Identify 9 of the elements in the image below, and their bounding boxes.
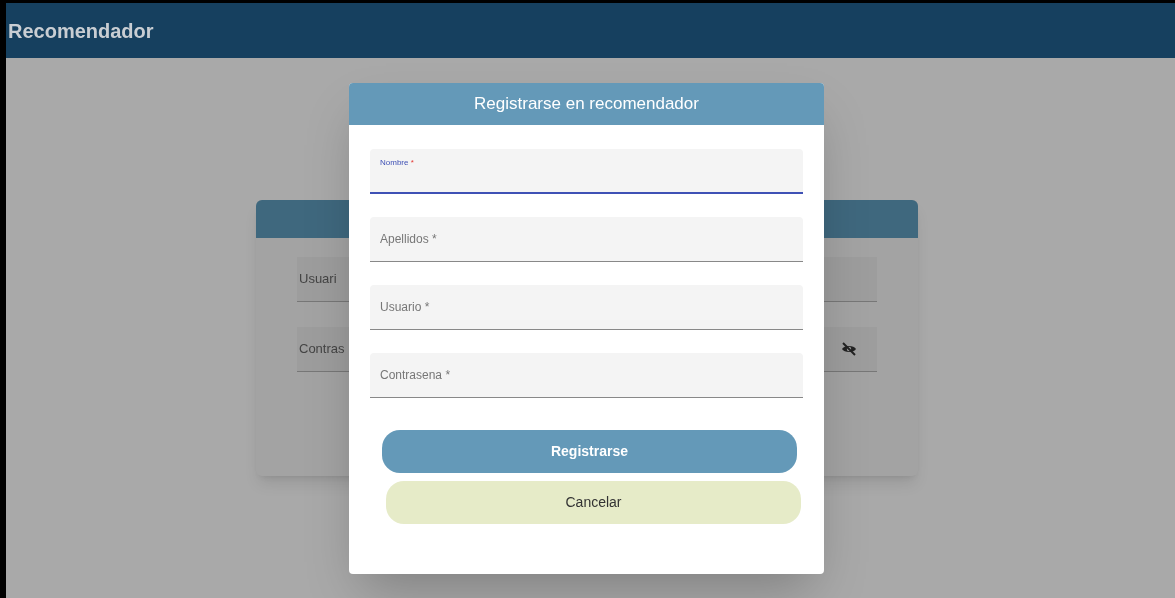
input-field[interactable]: Usuario * [370,285,803,330]
eye-slash-icon[interactable] [841,342,857,356]
register-button[interactable]: Registrarse [382,430,797,473]
dialog-title: Registrarse en recomendador [474,93,699,116]
input-field[interactable]: Contrasena * [370,353,803,398]
app-title: Recomendador [8,18,154,44]
cancel-button[interactable]: Cancelar [386,481,801,524]
input-field[interactable]: Nombre * [370,149,803,194]
input-field[interactable]: Apellidos * [370,217,803,262]
